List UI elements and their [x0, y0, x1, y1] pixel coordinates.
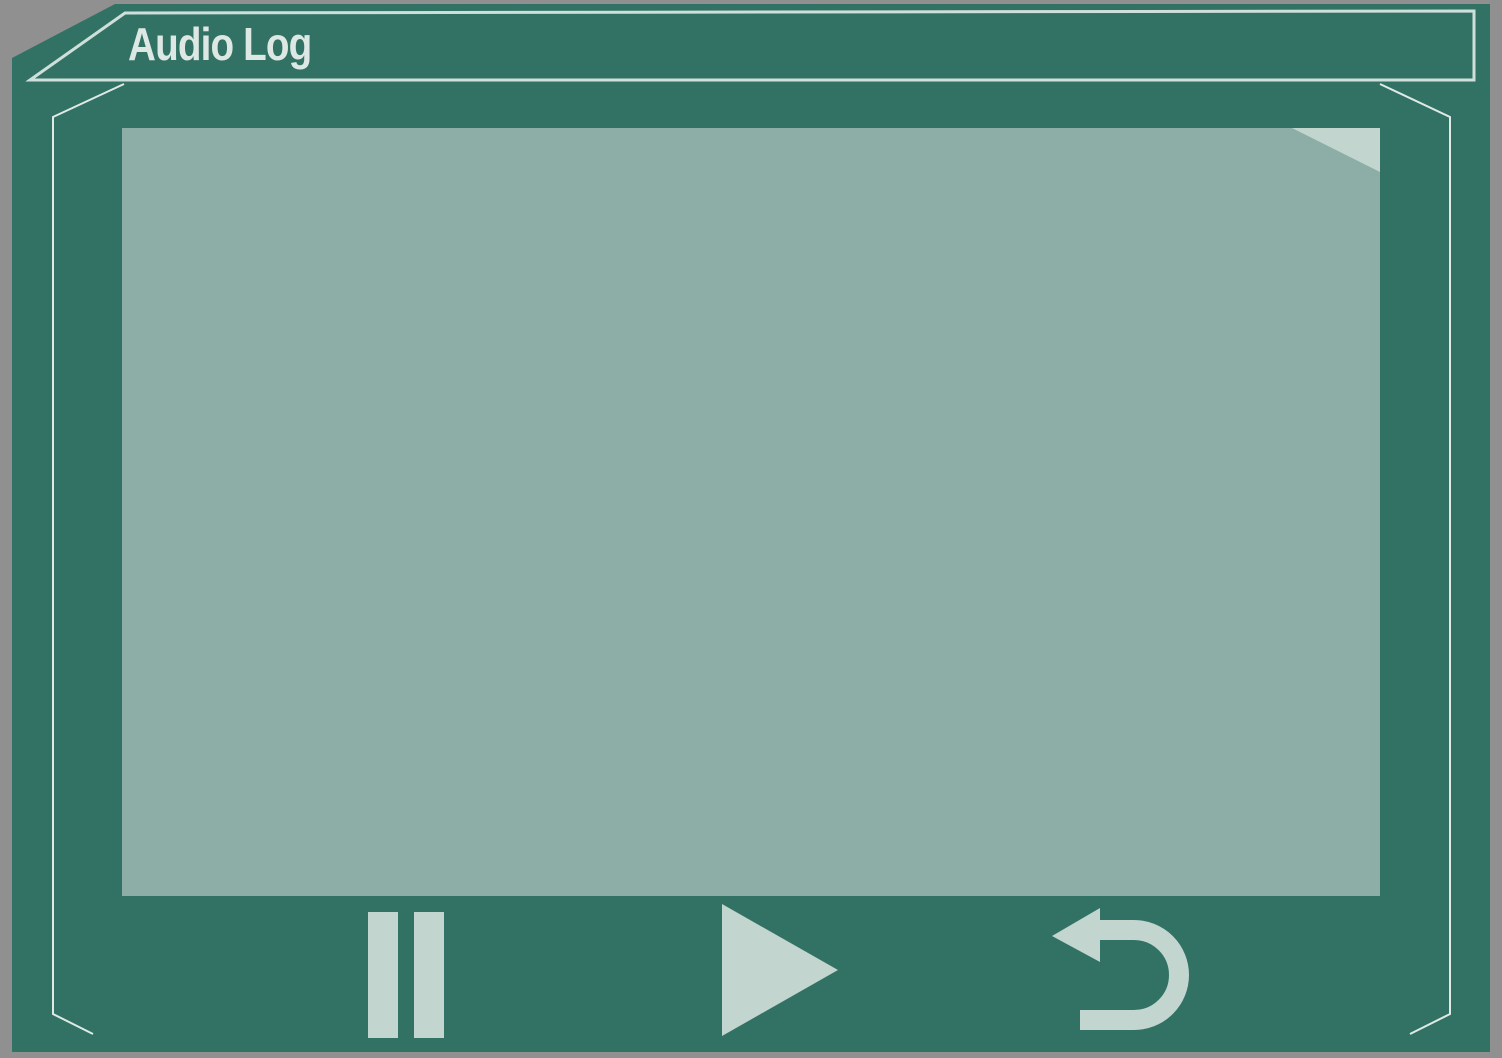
replay-button[interactable]: [1050, 906, 1194, 1034]
replay-icon: [1052, 908, 1189, 1030]
play-button[interactable]: [720, 902, 840, 1038]
screen-corner-glare: [1292, 128, 1380, 172]
pause-icon: [368, 912, 444, 1038]
pause-button[interactable]: [366, 912, 446, 1040]
audio-log-screen: [122, 128, 1380, 896]
audio-log-window: Audio Log: [0, 0, 1502, 1058]
play-icon: [722, 904, 838, 1036]
window-title: Audio Log: [128, 18, 312, 70]
